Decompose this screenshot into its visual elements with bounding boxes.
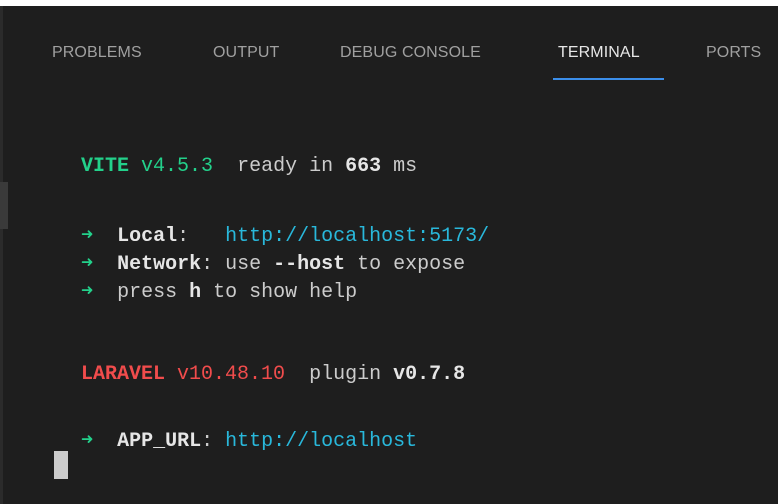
vite-ready-line: VITE v4.5.3 ready in 663 ms bbox=[81, 154, 417, 180]
vite-ready-prefix: ready in bbox=[237, 155, 334, 178]
app-url-label: APP_URL bbox=[117, 430, 202, 453]
app-url-colon: : bbox=[201, 430, 214, 453]
laravel-line: LARAVEL v10.48.10 plugin v0.7.8 bbox=[81, 362, 465, 388]
laravel-name: LARAVEL bbox=[81, 363, 166, 386]
network-text-1: : use bbox=[201, 253, 274, 276]
network-line: ➜ Network: use --host to expose bbox=[81, 252, 465, 278]
help-text-1: press bbox=[117, 281, 190, 304]
help-key: h bbox=[189, 281, 202, 304]
local-url[interactable]: http://localhost:5173/ bbox=[225, 225, 489, 248]
app-url-arrow-icon: ➜ bbox=[81, 430, 94, 453]
terminal-cursor bbox=[54, 451, 68, 479]
help-text-2: to show help bbox=[201, 281, 358, 304]
network-arrow-icon: ➜ bbox=[81, 253, 94, 276]
network-flag: --host bbox=[273, 253, 346, 276]
network-text-2: to expose bbox=[345, 253, 466, 276]
help-arrow-icon: ➜ bbox=[81, 281, 94, 304]
local-colon: : bbox=[177, 225, 190, 248]
local-arrow-icon: ➜ bbox=[81, 225, 94, 248]
terminal-output[interactable]: VITE v4.5.3 ready in 663 ms ➜ Local: htt… bbox=[0, 6, 778, 504]
laravel-version: v10.48.10 bbox=[177, 363, 286, 386]
terminal-panel: PROBLEMS OUTPUT DEBUG CONSOLE TERMINAL P… bbox=[0, 6, 778, 504]
vite-ready-unit: ms bbox=[393, 155, 418, 178]
laravel-plugin-version: v0.7.8 bbox=[393, 363, 466, 386]
laravel-plugin-label: plugin bbox=[309, 363, 382, 386]
app-url-line: ➜ APP_URL: http://localhost bbox=[81, 429, 417, 455]
vite-version: v4.5.3 bbox=[141, 155, 214, 178]
app-url-link[interactable]: http://localhost bbox=[225, 430, 417, 453]
local-label: Local bbox=[117, 225, 178, 248]
vite-name: VITE bbox=[81, 155, 130, 178]
network-label: Network bbox=[117, 253, 202, 276]
local-line: ➜ Local: http://localhost:5173/ bbox=[81, 224, 489, 250]
vite-ready-ms: 663 bbox=[345, 155, 382, 178]
help-line: ➜ press h to show help bbox=[81, 280, 357, 306]
